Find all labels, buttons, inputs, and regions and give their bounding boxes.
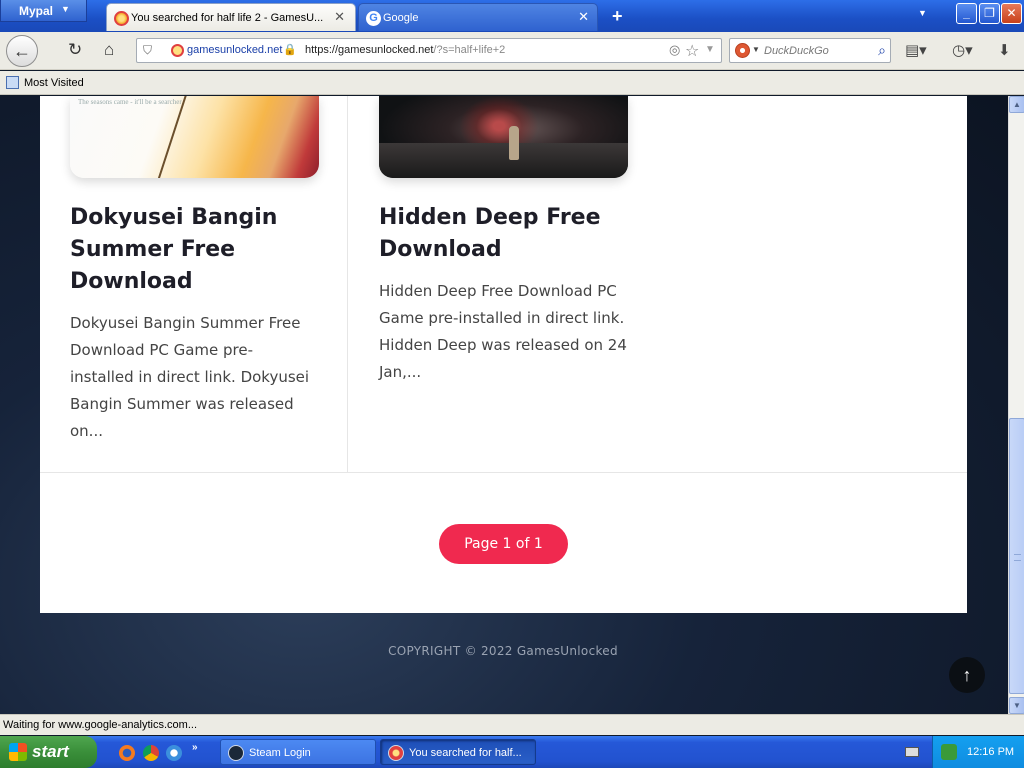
chrome-quicklaunch-icon[interactable] [143,745,159,761]
bookmark-star-icon[interactable]: ☆ [685,41,699,61]
google-favicon-icon: G [366,11,381,26]
url-origin: https://gamesunlocked.net [305,44,434,56]
start-label: start [32,742,69,761]
lock-icon[interactable]: 🔒 [283,43,297,56]
rss-icon[interactable]: ◎ [669,42,680,58]
url-text[interactable]: https://gamesunlocked.net/?s=half+life+2 [305,44,505,56]
scroll-down-arrow-icon[interactable]: ▼ [1009,697,1024,714]
taskbar-item-steam-login[interactable]: Steam Login [220,739,376,765]
thumbnail-character [509,126,519,160]
network-icon[interactable] [941,744,957,760]
system-tray: 12:16 PM [932,736,1024,768]
site-identity-label[interactable]: gamesunlocked.net [187,44,282,56]
scrollbar-grip [1014,554,1021,561]
close-window-button[interactable]: ✕ [1001,3,1022,24]
windows-logo-icon [9,743,27,761]
thumbnail-decoration [379,143,628,178]
gamesunlocked-favicon-icon [114,11,129,26]
reload-icon[interactable]: ↻ [68,41,82,59]
back-to-top-button[interactable]: ↑ [949,657,985,693]
close-tab-icon[interactable]: ✕ [578,9,589,25]
post-excerpt: Dokyusei Bangin Summer Free Download PC … [70,314,310,440]
status-bar: Waiting for www.google-analytics.com... [0,714,1024,735]
pagination-button[interactable]: Page 1 of 1 [439,524,568,564]
post-thumbnail[interactable] [379,96,628,178]
search-results-panel: The seasons came - it'll be a searcher D… [40,96,967,613]
chevron-down-icon: ▼ [61,4,70,14]
thumbnail-decoration [153,96,189,178]
scrollbar-thumb[interactable] [1009,418,1024,694]
search-input[interactable]: DuckDuckGo [764,45,829,57]
taskbar-item-label: Steam Login [249,747,311,759]
post-title[interactable]: Hidden Deep Free Download [379,202,628,266]
history-clock-icon[interactable]: ◷▾ [952,41,973,59]
taskbar-item-label: You searched for half... [409,747,522,759]
tab-label: You searched for half life 2 - GamesU... [131,12,324,24]
post-title[interactable]: Dokyusei Bangin Summer Free Download [70,202,319,298]
footer-copyright: COPYRIGHT © 2022 GamesUnlocked [388,644,618,658]
download-arrow-icon[interactable]: ⬇ [998,41,1011,59]
navigation-toolbar: ← ↻ ⌂ ⛉ gamesunlocked.net 🔒 https://game… [0,32,1024,70]
url-path: /?s=half+life+2 [433,44,506,56]
post-card: The seasons came - it'll be a searcher D… [40,96,348,472]
new-tab-button[interactable]: + [612,6,623,27]
tab-label: Google [383,12,419,24]
bookmark-most-visited[interactable]: Most Visited [24,77,84,89]
clock[interactable]: 12:16 PM [967,746,1014,758]
thumbnail-caption: The seasons came - it'll be a searcher [78,98,182,106]
bookmarks-toolbar: Most Visited [0,71,1024,95]
search-icon[interactable]: ⌕ [878,42,886,59]
tab-list-chevron-icon[interactable]: ▼ [918,8,927,18]
restore-button[interactable]: ❐ [979,3,1000,24]
clipboard-icon[interactable]: ▤▾ [905,41,927,59]
tab-gamesunlocked[interactable]: You searched for half life 2 - GamesU...… [106,3,356,31]
status-text: Waiting for www.google-analytics.com... [3,719,197,731]
minimize-button[interactable]: _ [956,3,977,24]
internet-explorer-quicklaunch-icon[interactable] [166,745,182,761]
tab-google[interactable]: G Google ✕ [358,3,598,31]
browser-menu-button[interactable]: Mypal ▼ [0,0,87,22]
browser-icon [388,745,404,761]
scroll-up-arrow-icon[interactable]: ▲ [1009,96,1024,113]
close-tab-icon[interactable]: ✕ [334,9,345,25]
site-identity-icon[interactable] [171,44,184,57]
home-icon[interactable]: ⌂ [104,41,114,59]
divider [40,472,967,473]
quicklaunch-more-icon[interactable]: » [192,742,198,753]
steam-icon [228,745,244,761]
web-content: The seasons came - it'll be a searcher D… [0,96,1008,714]
firefox-quicklaunch-icon[interactable] [119,745,135,761]
bookmark-folder-icon[interactable] [6,76,19,89]
search-bar[interactable]: ▼ DuckDuckGo ⌕ [729,38,891,63]
browser-titlebar: Mypal ▼ You searched for half life 2 - G… [0,0,1024,32]
browser-menu-label: Mypal [19,4,54,18]
vertical-scrollbar[interactable]: ▲ ▼ [1008,96,1024,714]
shield-icon[interactable]: ⛉ [143,43,152,58]
address-bar[interactable]: ⛉ gamesunlocked.net 🔒 https://gamesunloc… [136,38,722,63]
back-button[interactable]: ← [6,35,38,67]
post-thumbnail[interactable]: The seasons came - it'll be a searcher [70,96,319,178]
url-history-dropdown-icon[interactable]: ▼ [705,44,715,55]
windows-taskbar: start » Steam Login You searched for hal… [0,736,1024,768]
start-button[interactable]: start [0,736,97,768]
taskbar-item-browser[interactable]: You searched for half... [380,739,536,765]
post-excerpt: Hidden Deep Free Download PC Game pre-in… [379,282,627,381]
keyboard-icon[interactable] [905,747,919,757]
chevron-down-icon[interactable]: ▼ [752,45,760,54]
duckduckgo-icon[interactable] [735,43,750,58]
post-card: Hidden Deep Free Download Hidden Deep Fr… [379,96,687,386]
